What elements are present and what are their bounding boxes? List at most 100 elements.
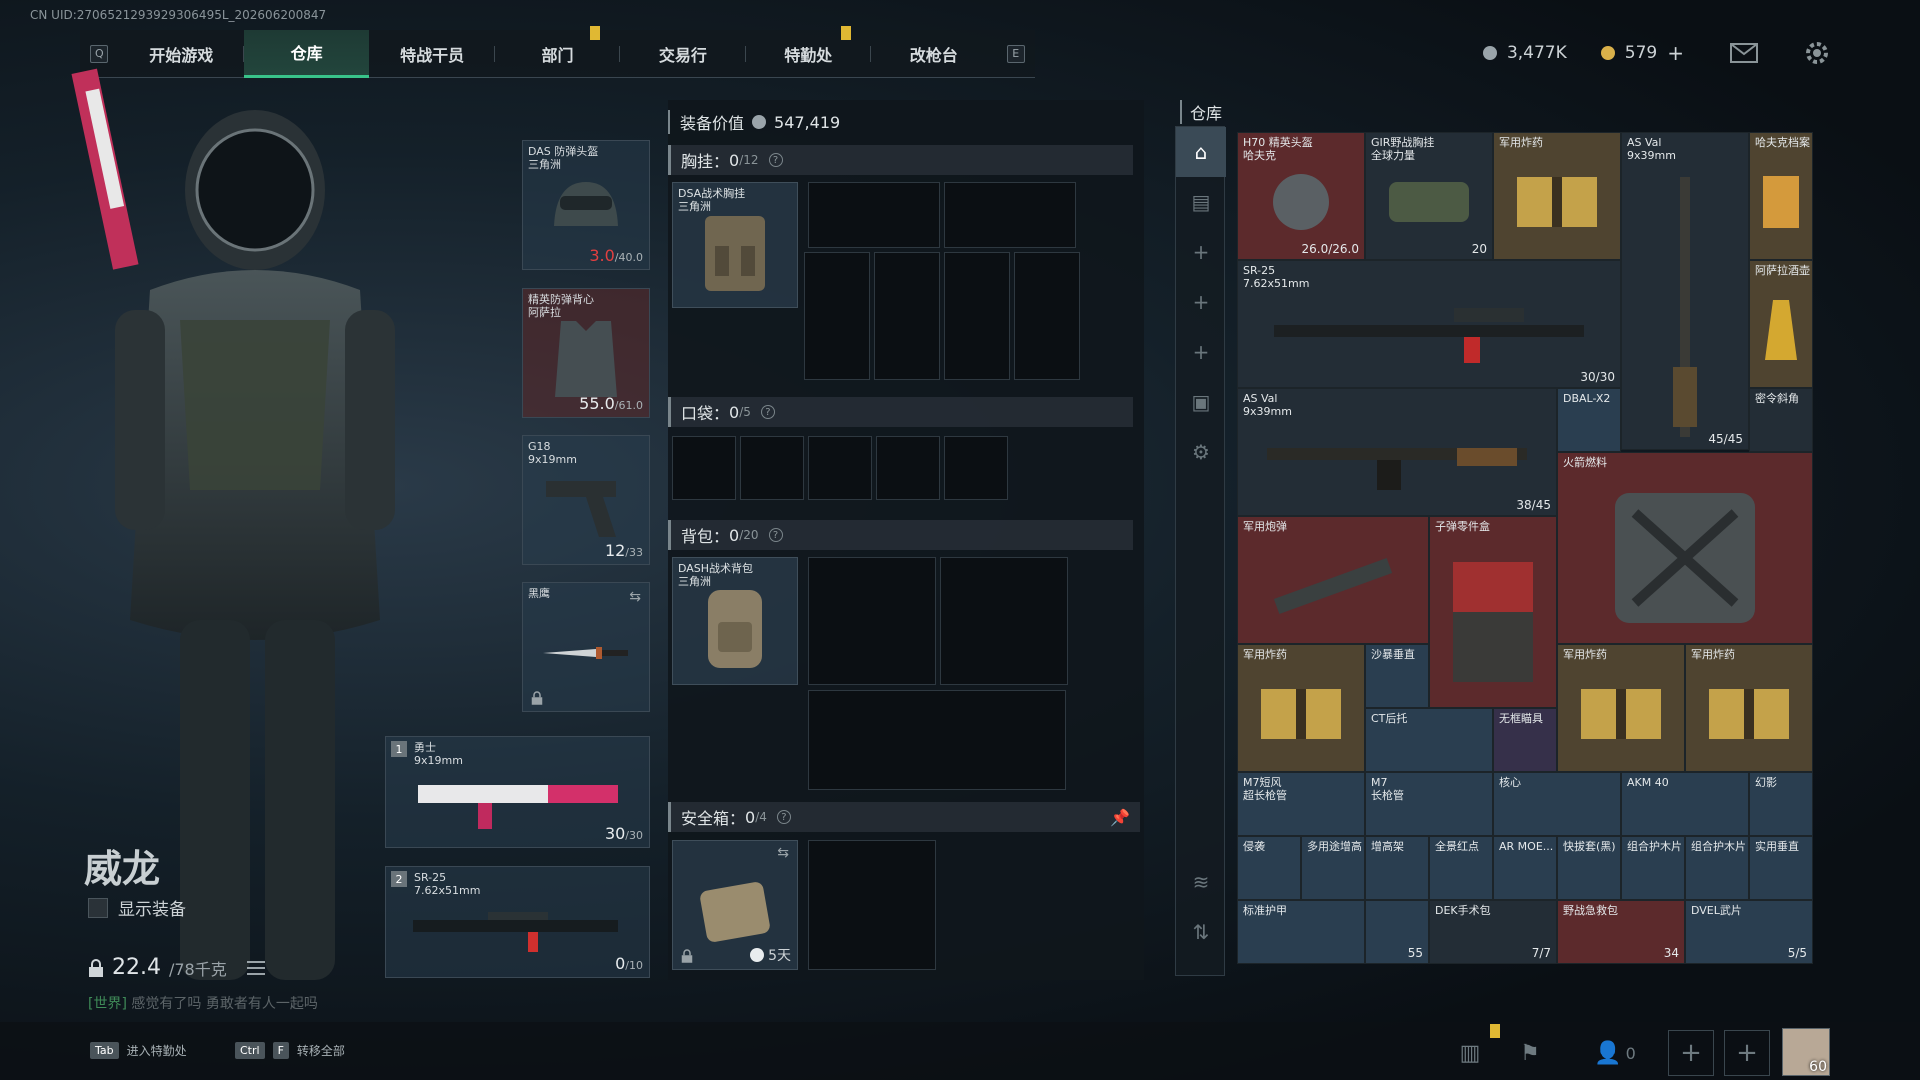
warehouse-item[interactable]: M7短风 超长枪管: [1237, 772, 1365, 836]
help-icon[interactable]: ?: [776, 810, 791, 824]
warehouse-item[interactable]: 哈夫克档案: [1749, 132, 1813, 260]
tab-trade[interactable]: 交易行: [620, 30, 746, 78]
equip-value: 547,419: [774, 112, 841, 132]
warehouse-item[interactable]: M7 长枪管: [1365, 772, 1493, 836]
warehouse-item[interactable]: 子弹零件盒: [1429, 516, 1557, 708]
warehouse-item[interactable]: 快拔套(黑): [1557, 836, 1621, 900]
chest-cell[interactable]: [944, 252, 1010, 380]
help-icon[interactable]: ?: [760, 405, 775, 419]
warehouse-item[interactable]: AS Val 9x39mm 38/45: [1237, 388, 1557, 516]
warehouse-item[interactable]: 侵袭: [1237, 836, 1301, 900]
friends-button[interactable]: 👤 0: [1585, 1035, 1645, 1071]
add-tab-icon[interactable]: +: [1176, 327, 1226, 377]
enter-special-ops-button[interactable]: Tab 进入特勤处: [90, 1042, 187, 1059]
primary-weapon-1-slot[interactable]: 1 勇士 9x19mm 30/30: [385, 736, 650, 848]
chest-rig-item[interactable]: DSA战术胸挂 三角洲: [672, 182, 798, 308]
warehouse-item[interactable]: DBAL-X2: [1557, 388, 1621, 452]
mail-icon[interactable]: [1730, 43, 1758, 63]
lock-tab-icon[interactable]: ▣: [1176, 377, 1226, 427]
pocket-cell[interactable]: [944, 436, 1008, 500]
warehouse-item[interactable]: 组合护木片: [1621, 836, 1685, 900]
layers-icon[interactable]: ≋: [1176, 857, 1226, 907]
warehouse-tab-home-icon[interactable]: ⌂: [1176, 127, 1226, 177]
chest-cell[interactable]: [804, 252, 870, 380]
primary-weapon-2-slot[interactable]: 2 SR-25 7.62x51mm 0/10: [385, 866, 650, 978]
pocket-cell[interactable]: [672, 436, 736, 500]
add-teammate-button[interactable]: +: [1668, 1030, 1714, 1076]
warehouse-item[interactable]: 阿萨拉酒壶: [1749, 260, 1813, 388]
show-equipment-checkbox[interactable]: [88, 897, 108, 918]
safebox-item[interactable]: ⇆ 5天: [672, 840, 798, 970]
warehouse-item[interactable]: DEK手术包 7/7: [1429, 900, 1557, 964]
warehouse-item[interactable]: 全景红点: [1429, 836, 1493, 900]
warehouse-item[interactable]: 军用炸药: [1685, 644, 1813, 772]
sort-icon[interactable]: ⇅: [1176, 907, 1226, 957]
add-currency-button[interactable]: +: [1667, 41, 1684, 65]
warehouse-item[interactable]: 军用炸药: [1237, 644, 1365, 772]
warehouse-item[interactable]: DVEL武片 5/5: [1685, 900, 1813, 964]
armor-slot[interactable]: 精英防弹背心 阿萨拉 55.0/61.0: [522, 288, 650, 418]
warehouse-item[interactable]: 幻影: [1749, 772, 1813, 836]
warehouse-item[interactable]: AKM 40: [1621, 772, 1749, 836]
pin-icon[interactable]: 📌: [1110, 808, 1130, 827]
swap-icon[interactable]: ⇆: [629, 589, 641, 605]
safebox-cell[interactable]: [808, 840, 936, 970]
warehouse-item[interactable]: AS Val 9x39mm 45/45: [1621, 132, 1749, 450]
item-label: 军用炸药: [1691, 648, 1735, 661]
warehouse-item[interactable]: 军用炸药: [1557, 644, 1685, 772]
melee-slot[interactable]: 黑鹰 ⇆: [522, 582, 650, 712]
list-icon[interactable]: [246, 960, 265, 975]
warehouse-item[interactable]: 实用垂直: [1749, 836, 1813, 900]
pistol-slot[interactable]: G18 9x19mm 12/33: [522, 435, 650, 565]
warehouse-item[interactable]: 无框瞄具: [1493, 708, 1557, 772]
warehouse-item[interactable]: 组合护木片: [1685, 836, 1749, 900]
warehouse-item[interactable]: 增高架: [1365, 836, 1429, 900]
pocket-cell[interactable]: [740, 436, 804, 500]
tab-gunsmith[interactable]: 改枪台: [871, 30, 996, 78]
backpack-cell[interactable]: [808, 690, 1066, 790]
warehouse-item[interactable]: 军用炮弹: [1237, 516, 1429, 644]
warehouse-item[interactable]: 密令斜角: [1749, 388, 1813, 452]
nav-right-key[interactable]: E: [996, 44, 1035, 63]
chest-cell[interactable]: [808, 182, 940, 248]
gear-icon[interactable]: [1804, 40, 1830, 66]
add-tab-icon[interactable]: +: [1176, 227, 1226, 277]
warehouse-item[interactable]: SR-25 7.62x51mm 30/30: [1237, 260, 1621, 388]
chest-cell[interactable]: [1014, 252, 1080, 380]
warehouse-item[interactable]: 核心: [1493, 772, 1621, 836]
backpack-cell[interactable]: [808, 557, 936, 685]
tab-department[interactable]: 部门: [495, 25, 621, 78]
pocket-cell[interactable]: [876, 436, 940, 500]
avatar[interactable]: 60: [1782, 1028, 1830, 1076]
flag-icon[interactable]: ⚑: [1512, 1035, 1548, 1071]
warehouse-item[interactable]: 55: [1365, 900, 1429, 964]
chat-line[interactable]: [世界] 感觉有了吗 勇敢者有人一起吗: [88, 993, 318, 1013]
help-icon[interactable]: ?: [768, 528, 783, 542]
warehouse-item[interactable]: 标准护甲: [1237, 900, 1365, 964]
settings-tab-icon[interactable]: ⚙: [1176, 427, 1226, 477]
backpack-cell[interactable]: [940, 557, 1068, 685]
backpack-item[interactable]: DASH战术背包 三角洲: [672, 557, 798, 685]
warehouse-item[interactable]: 沙暴垂直: [1365, 644, 1429, 708]
transfer-all-button[interactable]: Ctrl F 转移全部: [235, 1042, 345, 1059]
warehouse-item[interactable]: 军用炸药: [1493, 132, 1621, 260]
warehouse-item[interactable]: H70 精英头盔 哈夫克 26.0/26.0: [1237, 132, 1365, 260]
stats-icon[interactable]: ▥: [1452, 1035, 1488, 1071]
chest-cell[interactable]: [874, 252, 940, 380]
show-equipment-toggle[interactable]: 显示装备: [88, 895, 186, 920]
warehouse-tab-box-icon[interactable]: ▤: [1176, 177, 1226, 227]
tab-special-ops[interactable]: 特勤处: [746, 25, 872, 78]
helmet-slot[interactable]: DAS 防弹头盔 三角洲 3.0/40.0: [522, 140, 650, 270]
warehouse-item[interactable]: 野战急救包 34: [1557, 900, 1685, 964]
add-teammate-button[interactable]: +: [1724, 1030, 1770, 1076]
warehouse-item[interactable]: 火箭燃料: [1557, 452, 1813, 644]
warehouse-item[interactable]: 多用途增高: [1301, 836, 1365, 900]
chest-cell[interactable]: [944, 182, 1076, 248]
warehouse-item[interactable]: CT后托: [1365, 708, 1493, 772]
add-tab-icon[interactable]: +: [1176, 277, 1226, 327]
swap-icon[interactable]: ⇆: [777, 845, 789, 861]
warehouse-item[interactable]: GIR野战胸挂 全球力量 20: [1365, 132, 1493, 260]
help-icon[interactable]: ?: [768, 153, 783, 167]
pocket-cell[interactable]: [808, 436, 872, 500]
warehouse-item[interactable]: AR MOE...: [1493, 836, 1557, 900]
